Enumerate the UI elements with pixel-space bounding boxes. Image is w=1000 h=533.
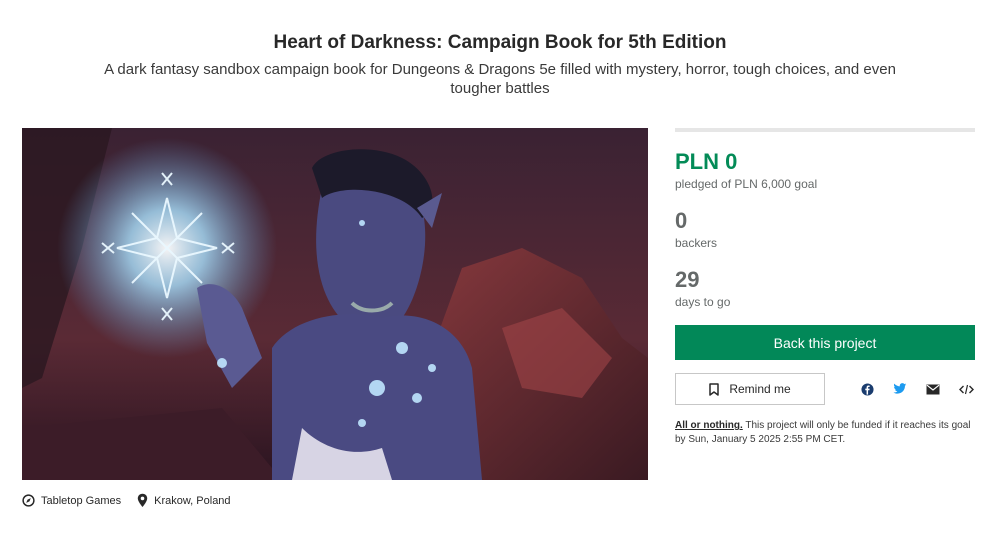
pledged-stat: PLN 0 pledged of PLN 6,000 goal: [675, 149, 975, 192]
days-count: 29: [675, 267, 700, 292]
hero-illustration: [22, 128, 648, 480]
days-stat: 29 days to go: [675, 267, 975, 310]
project-title: Heart of Darkness: Campaign Book for 5th…: [273, 32, 727, 53]
compass-icon: [22, 494, 35, 507]
remind-me-button[interactable]: Remind me: [675, 373, 825, 405]
location-label: Krakow, Poland: [154, 494, 231, 507]
category-label: Tabletop Games: [41, 494, 122, 507]
backers-stat: 0 backers: [675, 208, 975, 251]
facebook-icon[interactable]: [859, 381, 875, 397]
pledged-amount: PLN 0: [675, 149, 738, 174]
pledged-goal-label: pledged of PLN 6,000 goal: [675, 177, 818, 191]
back-project-button[interactable]: Back this project: [675, 325, 975, 360]
project-header: Heart of Darkness: Campaign Book for 5th…: [0, 30, 1000, 98]
twitter-icon[interactable]: [892, 381, 908, 397]
days-label: days to go: [675, 295, 731, 309]
secondary-actions: Remind me: [675, 373, 975, 405]
project-hero-image[interactable]: [22, 128, 648, 480]
location-pin-icon: [137, 493, 148, 507]
email-icon[interactable]: [925, 381, 941, 397]
backers-label: backers: [675, 236, 718, 250]
all-or-nothing-link[interactable]: All or nothing.: [675, 420, 743, 431]
embed-icon[interactable]: [958, 381, 974, 397]
bookmark-icon: [709, 382, 720, 396]
funding-progress-bar: [675, 128, 975, 132]
backers-count: 0: [675, 208, 688, 233]
project-meta: Tabletop Games Krakow, Poland: [22, 493, 247, 508]
funding-notice: All or nothing. This project will only b…: [675, 419, 975, 447]
funding-panel: PLN 0 pledged of PLN 6,000 goal 0 backer…: [675, 128, 975, 447]
share-icons: [859, 381, 974, 397]
location-link[interactable]: Krakow, Poland: [137, 493, 231, 508]
project-blurb: A dark fantasy sandbox campaign book for…: [104, 61, 896, 97]
category-link[interactable]: Tabletop Games: [22, 494, 121, 507]
remind-me-label: Remind me: [729, 382, 791, 396]
